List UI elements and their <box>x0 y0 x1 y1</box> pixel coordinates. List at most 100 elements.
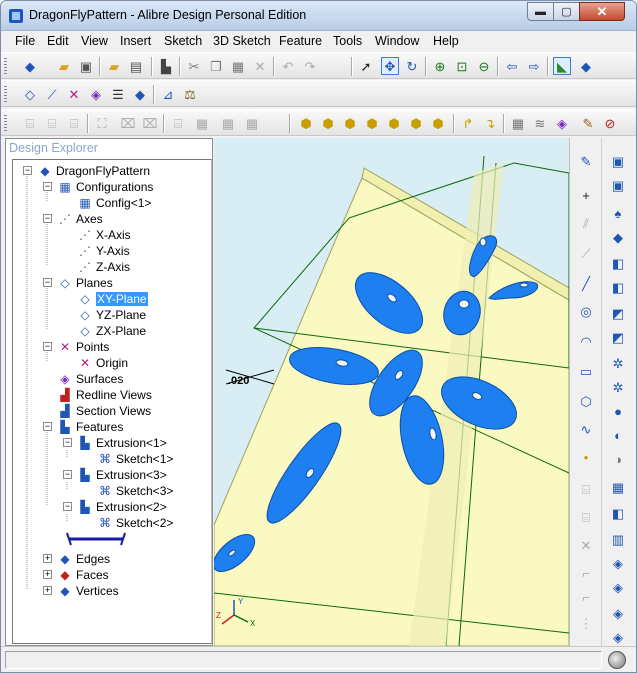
tree-node-sketch1[interactable]: ⌘ Sketch<1> <box>97 451 173 467</box>
menu-view[interactable]: View <box>81 34 108 48</box>
menu-tools[interactable]: Tools <box>333 34 362 48</box>
maximize-button[interactable]: ▢ <box>553 2 580 21</box>
zoom-window-icon[interactable]: ⊡ <box>453 57 471 75</box>
tree-node-x-axis[interactable]: ⋰ X-Axis <box>77 227 131 243</box>
shaded-icon[interactable]: ◈ <box>553 114 571 132</box>
expand-edges-toggle[interactable]: + <box>43 554 52 563</box>
sketch-mode-icon[interactable]: ◣ <box>553 57 571 75</box>
measure-icon[interactable]: ⊿ <box>159 85 177 103</box>
feature-tool-icon[interactable]: ⌸ <box>169 114 187 132</box>
line-icon[interactable]: ╱ <box>577 274 595 292</box>
hidden-lines-icon[interactable]: ▦ <box>509 114 527 132</box>
tree-node-redline-views[interactable]: ▟ Redline Views <box>57 387 151 403</box>
analysis-icon[interactable]: ⊘ <box>601 114 619 132</box>
menu-help[interactable]: Help <box>433 34 459 48</box>
previous-view-icon[interactable]: ⇦ <box>503 57 521 75</box>
fillet-feature-icon[interactable]: ◑ <box>609 450 627 468</box>
fillet-icon[interactable]: ⌐ <box>577 564 595 582</box>
feature-tool-icon[interactable]: ⛶ <box>93 114 111 132</box>
feature-tool-icon[interactable]: ⌸ <box>21 114 39 132</box>
open-workgroup-icon[interactable]: ▰ <box>105 57 123 75</box>
redo-icon[interactable]: ↷ <box>301 57 319 75</box>
minimize-button[interactable]: ▬ <box>527 2 554 21</box>
normal-to-icon[interactable]: ↱ <box>459 114 477 132</box>
toolbar-grip[interactable] <box>4 58 7 75</box>
tree-node-extrusion1[interactable]: ▙ Extrusion<1> <box>77 435 166 451</box>
tree-node-z-axis[interactable]: ⋰ Z-Axis <box>77 259 130 275</box>
select-pointer-icon[interactable]: ➚ <box>357 57 375 75</box>
collapse-root-toggle[interactable]: − <box>23 166 32 175</box>
physical-properties-icon[interactable]: ⚖ <box>181 85 199 103</box>
feature-tool-icon[interactable]: ▦ <box>219 114 237 132</box>
circular-pattern-icon[interactable]: ◈ <box>609 604 627 622</box>
menu-file[interactable]: File <box>15 34 35 48</box>
chamfer-feature-icon[interactable]: ▦ <box>609 478 627 496</box>
mirror-feature-icon[interactable]: ◈ <box>609 554 627 572</box>
extrude-boss-icon[interactable]: ▣ <box>609 152 627 170</box>
feature-tool-icon[interactable]: ⌧ <box>141 114 159 132</box>
wireframe-icon[interactable]: ≋ <box>531 114 549 132</box>
revolve-cut-icon[interactable]: ◆ <box>609 228 627 246</box>
model-view[interactable]: .020 Y X Z <box>214 138 569 646</box>
loft-cut-icon[interactable]: ◧ <box>609 278 627 296</box>
view-cube-icon[interactable]: ⬢ <box>319 114 337 132</box>
spline-icon[interactable]: ∿ <box>577 420 595 438</box>
save-all-icon[interactable]: ▤ <box>127 57 145 75</box>
shell-icon[interactable]: ✲ <box>609 378 627 396</box>
print-icon[interactable]: ▙ <box>157 57 175 75</box>
zoom-all-icon[interactable]: ⊖ <box>475 57 493 75</box>
tree-node-configurations[interactable]: ▦ Configurations <box>57 179 153 195</box>
copy-icon[interactable]: ❐ <box>207 57 225 75</box>
tree-node-section-views[interactable]: ▟ Section Views <box>57 403 151 419</box>
tree-node-features[interactable]: ▙ Features <box>57 419 123 435</box>
tree-node-edges[interactable]: ◆ Edges <box>57 551 110 567</box>
tree-node-extrusion3[interactable]: ▙ Extrusion<3> <box>77 467 166 483</box>
linear-pattern-icon[interactable]: ◈ <box>609 578 627 596</box>
sweep-cut-icon[interactable]: ◩ <box>609 328 627 346</box>
expand-faces-toggle[interactable]: + <box>43 570 52 579</box>
3d-viewport[interactable]: .020 Y X Z <box>214 138 569 646</box>
rectangle-icon[interactable]: ▭ <box>577 362 595 380</box>
next-view-icon[interactable]: ⇨ <box>525 57 543 75</box>
collapse-extrusion2-toggle[interactable]: − <box>63 502 72 511</box>
title-bar[interactable]: DragonFlyPattern - Alibre Design Persona… <box>1 1 636 31</box>
tree-node-vertices[interactable]: ◆ Vertices <box>57 583 118 599</box>
feature-tool-icon[interactable]: ⌸ <box>65 114 83 132</box>
menu-window[interactable]: Window <box>375 34 419 48</box>
trim-icon[interactable]: ⌸ <box>577 480 595 498</box>
insert-point-icon[interactable]: ✕ <box>65 85 83 103</box>
feature-tool-icon[interactable]: ▦ <box>243 114 261 132</box>
draft-icon[interactable]: ◧ <box>609 504 627 522</box>
insert-axis-icon[interactable]: ⟋ <box>43 85 61 103</box>
undo-icon[interactable]: ↶ <box>279 57 297 75</box>
collapse-features-toggle[interactable]: − <box>43 422 52 431</box>
chamfer-icon[interactable]: ⌐ <box>577 588 595 606</box>
collapse-points-toggle[interactable]: − <box>43 342 52 351</box>
menu-sketch[interactable]: Sketch <box>164 34 202 48</box>
sketch-tool-icon[interactable]: ✎ <box>579 114 597 132</box>
activate-sketch-icon[interactable]: ✎ <box>577 152 595 170</box>
save-icon[interactable]: ▣ <box>77 57 95 75</box>
delete-icon[interactable]: ✕ <box>251 57 269 75</box>
feature-tool-icon[interactable]: ⌧ <box>119 114 137 132</box>
tree-node-sketch3[interactable]: ⌘ Sketch<3> <box>97 483 173 499</box>
split-icon[interactable]: ▥ <box>609 530 627 548</box>
sweep-boss-icon[interactable]: ◩ <box>609 304 627 322</box>
pan-icon[interactable]: ✥ <box>381 57 399 75</box>
hole-icon[interactable]: ◐ <box>609 426 627 444</box>
pattern-icon[interactable]: ⋮ <box>577 614 595 632</box>
view-cube-icon[interactable]: ⬢ <box>385 114 403 132</box>
list-icon[interactable]: ☰ <box>109 85 127 103</box>
view-cube-icon[interactable]: ⬢ <box>407 114 425 132</box>
tree-node-yz-plane[interactable]: ◇ YZ-Plane <box>77 307 146 323</box>
collapse-planes-toggle[interactable]: − <box>43 278 52 287</box>
paste-icon[interactable]: ▦ <box>229 57 247 75</box>
rollback-marker-icon[interactable] <box>65 531 127 547</box>
expand-vertices-toggle[interactable]: + <box>43 586 52 595</box>
tree-node-points[interactable]: ✕ Points <box>57 339 109 355</box>
insert-surface-icon[interactable]: ◈ <box>87 85 105 103</box>
tree-node-planes[interactable]: ◇ Planes <box>57 275 112 291</box>
toolbar-grip[interactable] <box>4 115 7 132</box>
thicken-icon[interactable]: ● <box>609 402 627 420</box>
insert-plane-icon[interactable]: ◇ <box>21 85 39 103</box>
